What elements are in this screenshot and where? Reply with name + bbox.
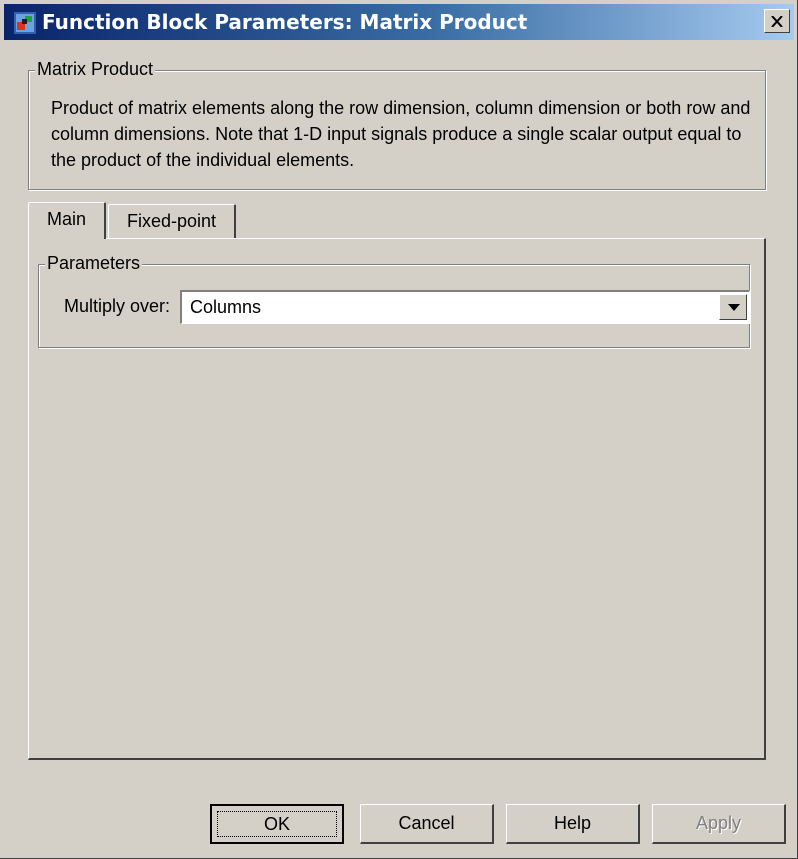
description-group-label: Matrix Product: [35, 59, 156, 80]
simulink-block-icon: [14, 12, 36, 34]
tab-fixed-point-label: Fixed-point: [126, 211, 217, 231]
cancel-button[interactable]: Cancel: [360, 804, 494, 844]
close-icon: [771, 15, 783, 27]
parameters-group-label: Parameters: [45, 253, 143, 274]
multiply-over-value: Columns: [190, 297, 262, 317]
description-group: Matrix Product Product of matrix element…: [28, 59, 766, 190]
window-title: Function Block Parameters: Matrix Produc…: [42, 10, 528, 34]
dialog-window: Function Block Parameters: Matrix Produc…: [0, 0, 798, 859]
close-button[interactable]: [764, 9, 790, 33]
ok-button[interactable]: OK: [210, 804, 344, 844]
cancel-button-label: Cancel: [398, 813, 455, 833]
focus-rect: [217, 811, 337, 837]
chevron-down-icon[interactable]: [719, 294, 747, 320]
apply-button-label: Apply: [695, 813, 742, 833]
tab-fixed-point[interactable]: Fixed-point: [108, 204, 236, 238]
help-button[interactable]: Help: [506, 804, 640, 844]
multiply-over-label: Multiply over:: [64, 296, 171, 316]
title-bar[interactable]: Function Block Parameters: Matrix Produc…: [4, 4, 794, 40]
block-description: Product of matrix elements along the row…: [51, 98, 751, 170]
help-button-label: Help: [553, 813, 592, 833]
apply-button[interactable]: Apply: [652, 804, 786, 844]
tab-main[interactable]: Main: [28, 202, 106, 239]
multiply-over-select[interactable]: Columns: [180, 290, 750, 324]
tab-main-label: Main: [46, 209, 86, 229]
